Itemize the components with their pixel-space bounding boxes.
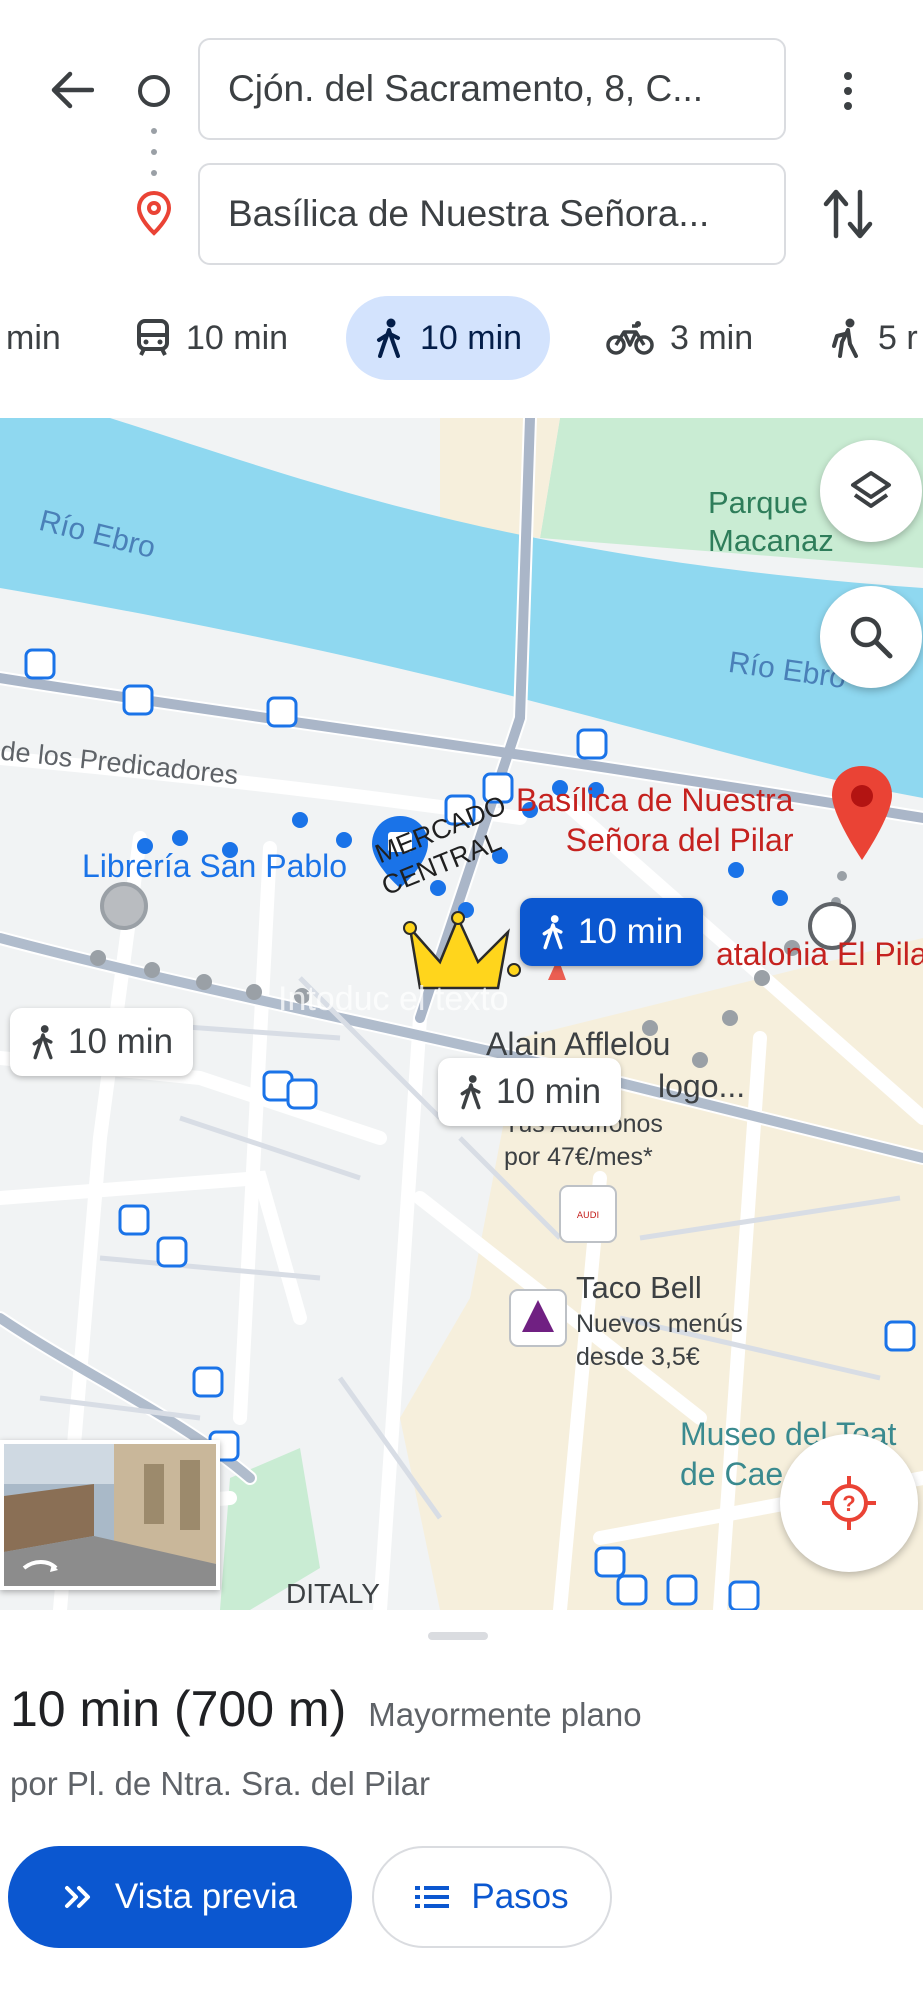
map-view[interactable]: AUDI Río Ebro Río Ebro Parque Macanaz de…: [0, 418, 923, 1610]
origin-circle-icon: [138, 75, 170, 107]
poi-label-tacobell-sub: Nuevos menús desde 3,5€: [576, 1308, 743, 1374]
mode-walk-label: 10 min: [420, 318, 523, 357]
back-button[interactable]: [40, 62, 104, 118]
location-target-icon: ?: [822, 1476, 876, 1530]
my-location-button[interactable]: ?: [780, 1434, 918, 1572]
mode-transit[interactable]: 10 min: [136, 296, 288, 380]
origin-input[interactable]: Cjón. del Sacramento, 8, C...: [198, 38, 786, 140]
mode-walk[interactable]: 10 min: [346, 296, 551, 380]
steps-button-label: Pasos: [471, 1877, 569, 1916]
preview-button-label: Vista previa: [114, 1877, 298, 1916]
mode-bike[interactable]: 3 min: [606, 296, 753, 380]
tacobell-line: Nuevos menús: [576, 1310, 743, 1338]
destination-input[interactable]: Basílica de Nuestra Señora...: [198, 163, 786, 265]
search-along-route-button[interactable]: [820, 586, 922, 688]
watermark-text: Intoduc el texto: [278, 980, 509, 1018]
destination-label-line: Basílica de Nuestra: [516, 782, 794, 818]
poi-label-tacobell[interactable]: Taco Bell: [576, 1270, 702, 1306]
drag-handle[interactable]: [428, 1632, 488, 1640]
route-time-chip-selected[interactable]: 10 min: [520, 898, 704, 966]
transit-icon: [137, 319, 169, 356]
mode-car[interactable]: min: [6, 296, 61, 380]
route-duration-distance: 10 min (700 m): [10, 1681, 347, 1737]
steps-button[interactable]: Pasos: [372, 1846, 612, 1948]
walk-icon: [32, 1025, 53, 1060]
destination-pin-icon: [136, 190, 172, 236]
layers-button[interactable]: [820, 440, 922, 542]
poi-label-afflelou[interactable]: Alain Afflelou: [486, 1026, 670, 1062]
route-terrain: Mayormente plano: [368, 1696, 642, 1733]
list-icon: [415, 1886, 450, 1908]
street-view-thumbnail[interactable]: [0, 1440, 220, 1590]
mode-transit-label: 10 min: [186, 318, 289, 357]
mode-bike-label: 3 min: [670, 318, 754, 357]
search-icon: [850, 616, 893, 659]
mode-ride-label: 5 r: [878, 318, 918, 357]
directions-header: Cjón. del Sacramento, 8, C... Basílica d…: [0, 0, 923, 418]
audifonos-line: por 47€/mes*: [504, 1143, 653, 1171]
travel-modes: min 10 min 10 min 3 min 5 r: [0, 296, 923, 380]
route-time-chip-label: 10 min: [578, 912, 684, 951]
route-time-chip-label: 10 min: [68, 1022, 174, 1061]
route-via: por Pl. de Ntra. Sra. del Pilar: [10, 1765, 431, 1802]
layers-icon: [851, 471, 891, 508]
double-chevron-right-icon: [64, 1886, 90, 1908]
walk-icon: [460, 1075, 481, 1110]
walk-icon: [542, 915, 563, 950]
destination-label-line: Señora del Pilar: [565, 822, 794, 858]
tacobell-line: desde 3,5€: [576, 1343, 700, 1371]
walk-icon: [377, 318, 400, 358]
destination-label[interactable]: Basílica de Nuestra Señora del Pilar: [516, 780, 793, 860]
poi-label-afflelou-sub: logo...: [658, 1068, 746, 1104]
route-connector: [151, 128, 157, 176]
park-label: Parque Macanaz: [708, 484, 834, 560]
preview-button[interactable]: Vista previa: [8, 1846, 352, 1948]
swap-icon[interactable]: [820, 184, 876, 244]
arrow-back-icon: [51, 71, 94, 109]
svg-text:AUDI: AUDI: [577, 1211, 599, 1221]
ride-icon: [832, 318, 858, 358]
route-time-chip-label: 10 min: [496, 1072, 602, 1111]
park-label-line: Macanaz: [708, 523, 834, 558]
poi-label-catalonia[interactable]: atalonia El Pila: [716, 934, 923, 974]
bike-icon: [606, 321, 654, 355]
route-bottom-sheet: 10 min (700 m) Mayormente plano por Pl. …: [0, 1610, 923, 2000]
more-options-button[interactable]: [828, 66, 868, 116]
mode-car-label: min: [6, 318, 61, 357]
route-summary: 10 min (700 m) Mayormente plano: [10, 1680, 642, 1738]
route-time-chip-alt[interactable]: 10 min: [10, 1008, 194, 1076]
route-time-chip-alt[interactable]: 10 min: [438, 1058, 622, 1126]
poi-label-ditaly[interactable]: DITALY: [286, 1578, 380, 1610]
street-view-image: [4, 1444, 216, 1586]
svg-text:?: ?: [842, 1491, 855, 1516]
park-label-line: Parque: [708, 485, 808, 520]
mode-ride[interactable]: 5 r: [828, 296, 918, 380]
poi-label-libreria[interactable]: Librería San Pablo: [82, 848, 347, 885]
